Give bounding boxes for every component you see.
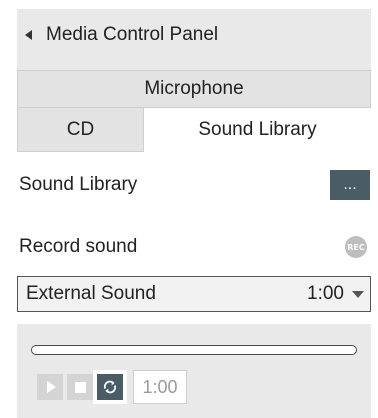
media-control-panel: Media Control Panel Microphone CD Sound … bbox=[17, 9, 371, 418]
sound-library-row: Sound Library ... bbox=[17, 170, 371, 200]
loop-button[interactable] bbox=[97, 374, 123, 400]
record-sound-row: Record sound REC bbox=[17, 232, 371, 262]
tab-sound-library-label: Sound Library bbox=[198, 119, 317, 140]
play-icon bbox=[46, 381, 56, 393]
sound-library-label: Sound Library bbox=[19, 174, 138, 195]
stop-icon bbox=[74, 381, 86, 393]
record-sound-label: Record sound bbox=[19, 236, 138, 257]
chevron-down-icon bbox=[352, 290, 364, 298]
sound-select-duration: 1:00 bbox=[307, 283, 344, 304]
player-controls: 1:00 bbox=[17, 324, 371, 418]
time-display: 1:00 bbox=[133, 370, 187, 404]
tab-cd[interactable]: CD bbox=[17, 108, 144, 152]
record-button[interactable]: REC bbox=[345, 236, 367, 258]
tab-bar: CD Sound Library bbox=[17, 108, 371, 152]
tab-sound-library[interactable]: Sound Library bbox=[144, 108, 371, 152]
sound-select[interactable]: External Sound 1:00 bbox=[17, 276, 371, 312]
loop-icon bbox=[103, 380, 117, 394]
stop-button[interactable] bbox=[67, 374, 93, 400]
tab-microphone[interactable]: Microphone bbox=[17, 70, 371, 108]
tab-content: Sound Library ... Record sound REC Exter… bbox=[17, 152, 371, 418]
playback-progress-bar[interactable] bbox=[31, 345, 357, 355]
sound-select-value: External Sound bbox=[26, 283, 156, 304]
collapse-left-icon[interactable] bbox=[25, 29, 32, 40]
tab-cd-label: CD bbox=[66, 118, 95, 140]
tab-microphone-label: Microphone bbox=[144, 78, 244, 99]
panel-title: Media Control Panel bbox=[46, 23, 219, 45]
play-button[interactable] bbox=[37, 374, 63, 400]
collapse-toggle[interactable]: Media Control Panel bbox=[17, 9, 218, 60]
browse-sound-library-button[interactable]: ... bbox=[330, 170, 370, 200]
panel-header: Media Control Panel bbox=[17, 9, 371, 60]
